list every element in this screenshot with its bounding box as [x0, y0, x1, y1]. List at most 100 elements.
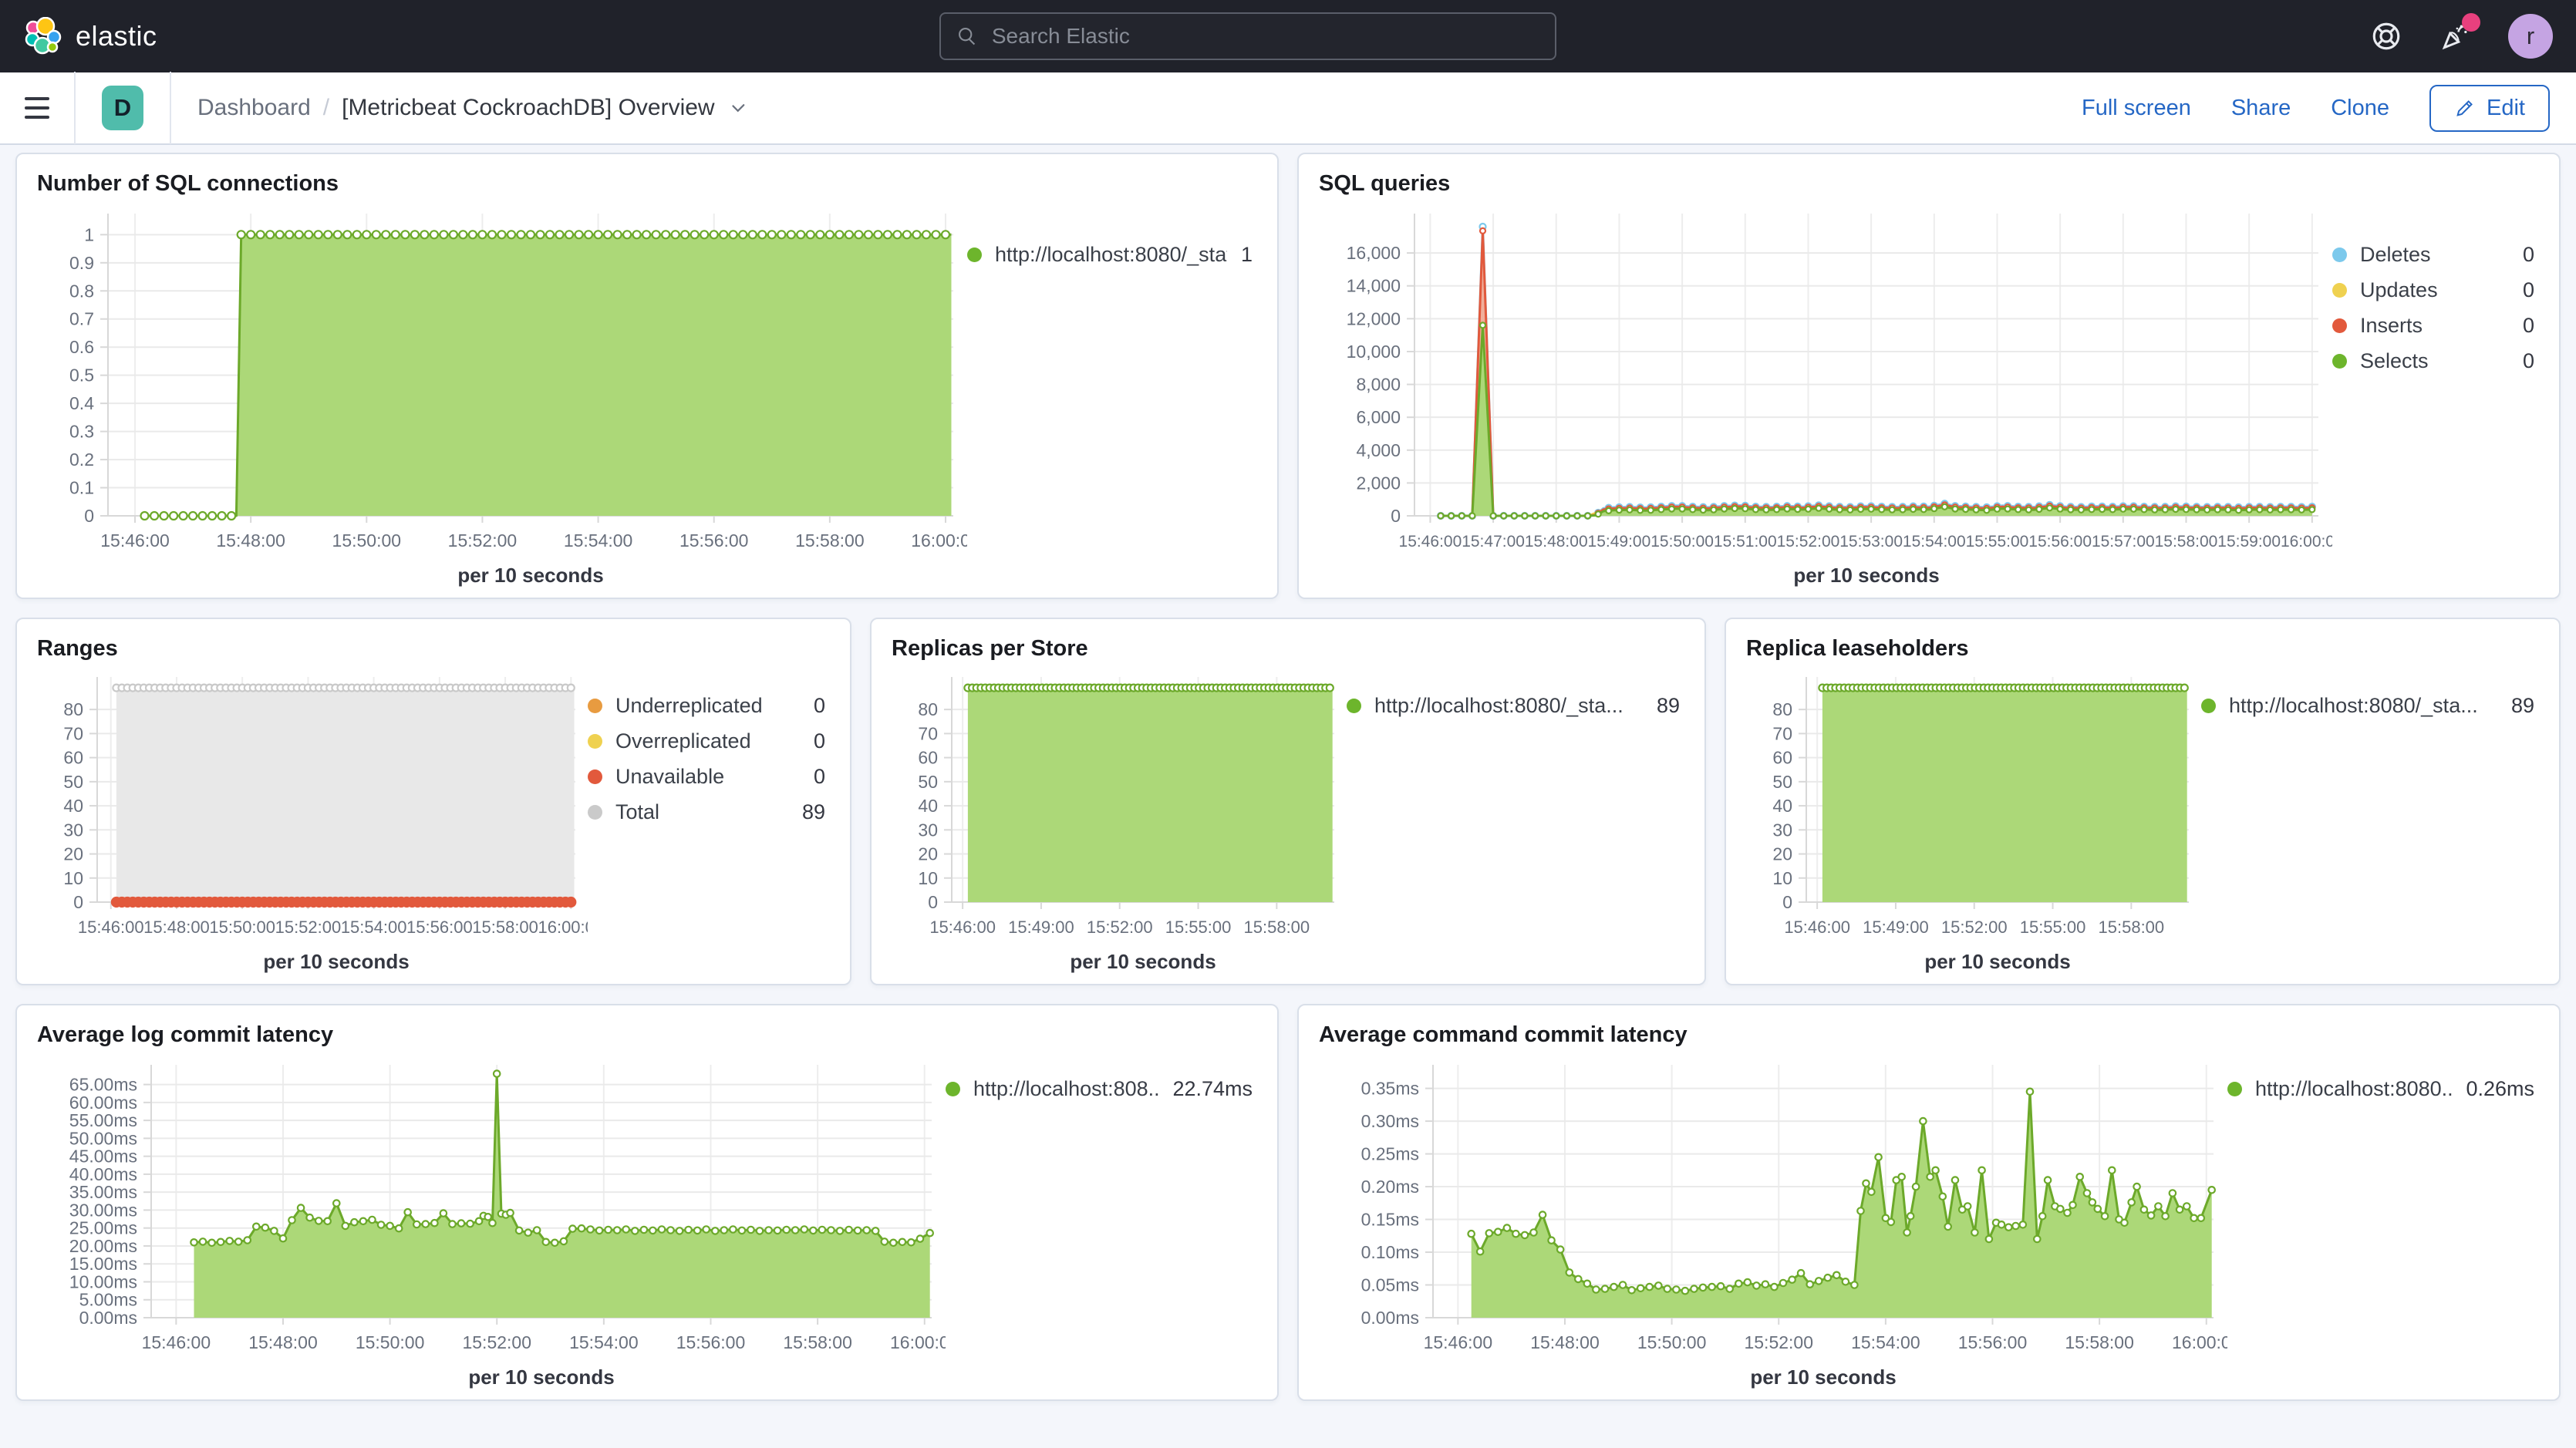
- series-marker: [575, 231, 583, 238]
- series-marker: [1512, 1231, 1519, 1237]
- help-button[interactable]: [2369, 19, 2403, 53]
- breadcrumb-dashboard[interactable]: Dashboard: [197, 95, 311, 121]
- series-marker: [1998, 1221, 2004, 1227]
- ranges-chart[interactable]: 0102030405060708015:46:0015:48:0015:50:0…: [34, 668, 588, 979]
- replicas-per-store-chart[interactable]: 0102030405060708015:46:0015:49:0015:52:0…: [888, 668, 1347, 979]
- full-screen-button[interactable]: Full screen: [2082, 96, 2191, 121]
- series-marker: [1732, 506, 1738, 511]
- series-marker: [2163, 507, 2168, 513]
- y-tick-label: 0.30ms: [1361, 1111, 1419, 1131]
- share-button[interactable]: Share: [2231, 96, 2291, 121]
- x-axis-label: per 10 seconds: [1793, 564, 1939, 587]
- panel-title[interactable]: Average command commit latency: [1319, 1022, 2542, 1048]
- chart-legend: http://localhost:8080...0.26ms: [2227, 1054, 2542, 1113]
- series-marker: [1539, 1211, 1546, 1217]
- x-tick-label: 15:46:00: [142, 1332, 211, 1352]
- chart-legend: Deletes0 Updates0 Inserts0 Selects0: [2332, 203, 2542, 385]
- series-marker: [659, 1226, 665, 1232]
- chevron-down-icon[interactable]: [727, 96, 750, 120]
- series-marker: [587, 1226, 593, 1232]
- legend-item[interactable]: Updates0: [2332, 278, 2534, 302]
- chart-legend: http://localhost:8080/_sta...89: [2201, 668, 2542, 729]
- search-input[interactable]: [990, 23, 1539, 49]
- x-tick-label: 15:54:00: [341, 918, 407, 937]
- news-button[interactable]: [2439, 19, 2473, 53]
- elastic-brand[interactable]: elastic: [23, 17, 157, 56]
- legend-item[interactable]: http://localhost:8080...0.26ms: [2227, 1077, 2534, 1101]
- command-commit-latency-chart[interactable]: 0.00ms0.05ms0.10ms0.15ms0.20ms0.25ms0.30…: [1316, 1054, 2227, 1395]
- panel-title[interactable]: Replicas per Store: [892, 636, 1688, 662]
- legend-item[interactable]: Overreplicated0: [588, 729, 825, 753]
- series-marker: [1798, 1270, 1804, 1276]
- global-search[interactable]: [939, 12, 1556, 60]
- panel-title[interactable]: Number of SQL connections: [37, 171, 1260, 197]
- series-marker: [1512, 514, 1517, 519]
- legend-item[interactable]: Unavailable0: [588, 765, 825, 789]
- x-tick-label: 15:52:00: [462, 1332, 531, 1352]
- x-tick-label: 15:50:00: [1637, 1332, 1707, 1352]
- y-tick-label: 0.6: [69, 337, 94, 357]
- series-marker: [2079, 507, 2084, 513]
- menu-button[interactable]: [0, 72, 74, 144]
- legend-item[interactable]: http://localhost:808...22.74ms: [946, 1077, 1253, 1101]
- series-marker: [757, 1227, 763, 1234]
- sql-connections-chart[interactable]: 00.10.20.30.40.50.60.70.80.9115:46:0015:…: [34, 203, 967, 593]
- panel-title[interactable]: Average log commit latency: [37, 1022, 1260, 1048]
- series-marker: [1785, 507, 1790, 512]
- series-marker: [189, 512, 197, 520]
- legend-item[interactable]: Selects0: [2332, 349, 2534, 373]
- series-marker: [305, 231, 312, 238]
- series-marker: [1940, 1194, 1946, 1200]
- clone-button[interactable]: Clone: [2331, 96, 2389, 121]
- series-marker: [633, 231, 641, 238]
- series-marker: [2170, 1190, 2176, 1196]
- panel-title[interactable]: Ranges: [37, 636, 833, 662]
- user-avatar[interactable]: r: [2508, 14, 2553, 59]
- dashboard-toolbar: D Dashboard / [Metricbeat CockroachDB] O…: [0, 72, 2576, 145]
- series-marker: [1711, 507, 1716, 513]
- series-marker: [2069, 1202, 2075, 1208]
- y-tick-label: 10,000: [1347, 342, 1401, 362]
- series-marker: [649, 1227, 656, 1234]
- legend-item[interactable]: Deletes0: [2332, 243, 2534, 267]
- series-marker: [2089, 1199, 2096, 1205]
- series-marker: [1655, 1282, 1661, 1288]
- panel-title[interactable]: SQL queries: [1319, 171, 2542, 197]
- x-tick-label: 15:54:00: [1903, 533, 1966, 551]
- y-tick-label: 40: [1772, 796, 1792, 816]
- legend-item[interactable]: http://localhost:8080/_sta...89: [1347, 694, 1680, 718]
- series-marker: [342, 1223, 349, 1229]
- notification-badge: [2462, 13, 2480, 32]
- legend-series-label: Underreplicated: [615, 694, 800, 718]
- legend-item[interactable]: Total89: [588, 800, 825, 824]
- replica-leaseholders-chart[interactable]: 0102030405060708015:46:0015:49:0015:52:0…: [1743, 668, 2201, 979]
- x-tick-label: 15:58:00: [472, 918, 538, 937]
- series-marker: [235, 1238, 241, 1244]
- legend-series-dot: [2227, 1082, 2242, 1096]
- x-tick-label: 15:50:00: [332, 530, 402, 551]
- x-tick-label: 16:00:00: [538, 918, 588, 937]
- legend-item[interactable]: Underreplicated0: [588, 694, 825, 718]
- legend-item[interactable]: http://localhost:8080/_sta...89: [2201, 694, 2534, 718]
- legend-item[interactable]: http://localhost:8080/_stat...1: [967, 243, 1253, 267]
- y-tick-label: 70: [1772, 723, 1792, 743]
- series-marker: [1807, 1281, 1813, 1288]
- x-axis-label: per 10 seconds: [1924, 950, 2070, 973]
- x-tick-label: 15:50:00: [209, 918, 275, 937]
- series-marker: [1780, 1280, 1786, 1286]
- space-badge[interactable]: D: [102, 86, 143, 130]
- series-marker: [298, 1204, 304, 1211]
- series-marker: [1816, 1278, 1822, 1284]
- log-commit-latency-chart[interactable]: 0.00ms5.00ms10.00ms15.00ms20.00ms25.00ms…: [34, 1054, 946, 1395]
- edit-button[interactable]: Edit: [2429, 85, 2550, 132]
- panel-title[interactable]: Replica leaseholders: [1746, 636, 2542, 662]
- y-tick-label: 60.00ms: [69, 1093, 137, 1113]
- sql-queries-chart[interactable]: 02,0004,0006,0008,00010,00012,00014,0001…: [1316, 203, 2332, 593]
- series-marker: [730, 1226, 736, 1232]
- series-marker: [160, 512, 168, 520]
- series-marker: [922, 231, 930, 238]
- legend-item[interactable]: Inserts0: [2332, 314, 2534, 338]
- series-marker: [238, 231, 245, 238]
- series-marker: [865, 231, 872, 238]
- series-marker: [1637, 1285, 1644, 1291]
